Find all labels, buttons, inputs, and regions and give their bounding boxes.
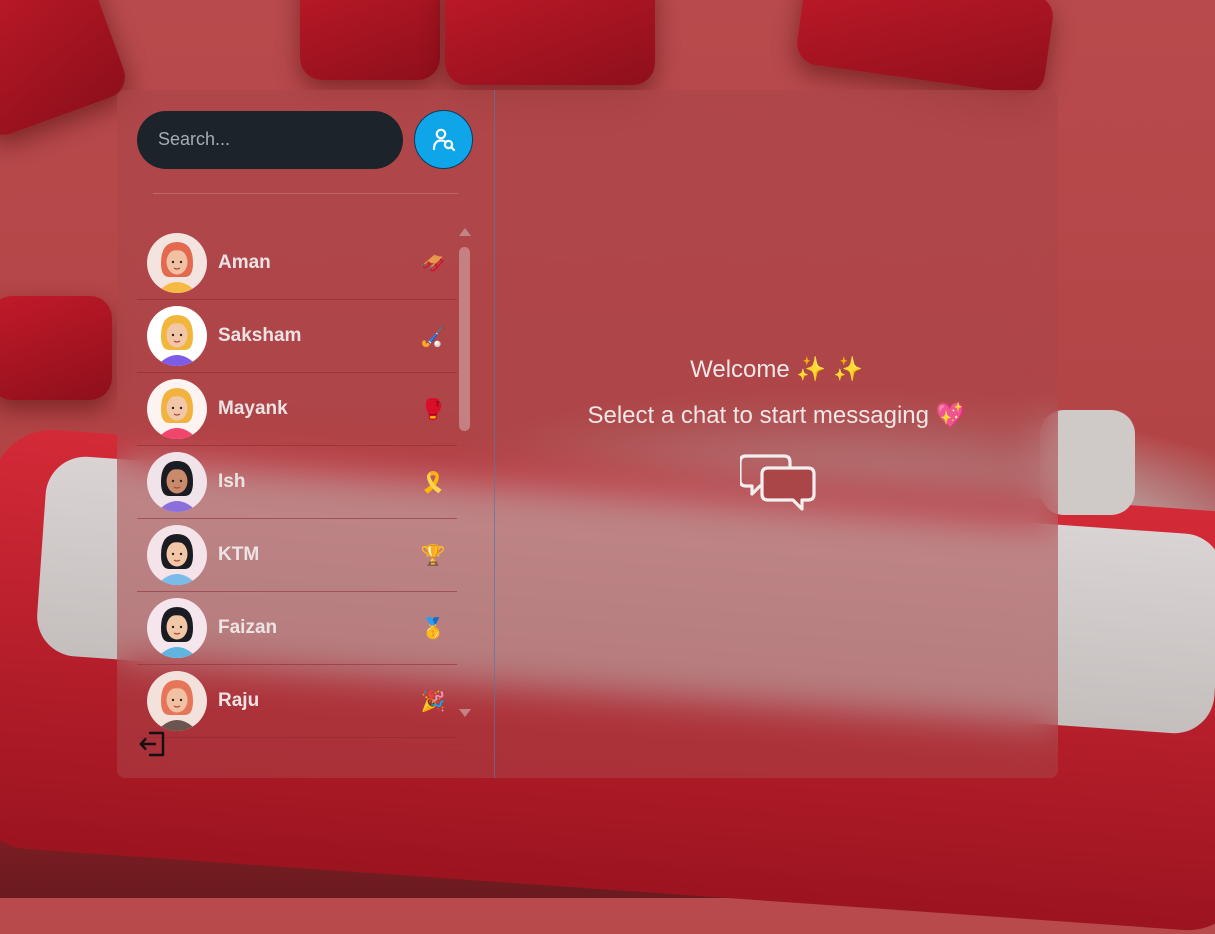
welcome-subtitle: Select a chat to start messaging 💖 [587,402,966,429]
conversation-item[interactable]: Raju 🎉 [137,665,457,738]
conversation-name: Saksham [218,325,302,346]
search-input[interactable] [137,110,403,169]
conversation-emoji: 🏑 [420,325,446,348]
bg-bubble-top-left [0,0,132,142]
search-bar [137,110,473,169]
conversation-emoji: 🏆 [420,544,446,567]
conversation-name: Ish [218,471,246,492]
search-button[interactable] [414,110,473,169]
conversation-name: Mayank [218,398,288,419]
avatar [147,671,207,731]
welcome-message: Welcome ✨ ✨ Select a chat to start messa… [495,355,1058,430]
conversation-name: Raju [218,690,260,711]
scroll-down-arrow[interactable] [459,709,471,717]
conversation-list: Aman 🛷 Saksham 🏑 Mayank 🥊 Ish 🎗️ KTM 🏆 Faizan 🥇 Raju… [137,227,457,738]
conversation-emoji: 🎉 [420,690,446,713]
search-user-icon [432,128,455,151]
conversation-emoji: 🛷 [420,252,446,275]
avatar [147,233,207,293]
avatar [147,452,207,512]
sidebar: Aman 🛷 Saksham 🏑 Mayank 🥊 Ish 🎗️ KTM 🏆 Faizan 🥇 Raju… [117,90,495,778]
conversation-item[interactable]: Faizan 🥇 [137,592,457,665]
divider [153,193,458,194]
scrollbar-thumb[interactable] [459,247,470,431]
bg-bubble-top-right [794,0,1056,97]
bg-bubble-top [445,0,655,85]
chat-app-panel: Aman 🛷 Saksham 🏑 Mayank 🥊 Ish 🎗️ KTM 🏆 Faizan 🥇 Raju… [117,90,1058,778]
conversation-name: KTM [218,544,260,565]
avatar [147,598,207,658]
scroll-up-arrow[interactable] [459,228,471,236]
conversation-item[interactable]: KTM 🏆 [137,519,457,592]
conversation-emoji: 🎗️ [420,471,446,494]
bg-bubble-left [0,296,112,400]
welcome-title: Welcome ✨ ✨ [690,356,863,383]
avatar [147,525,207,585]
conversation-item[interactable]: Aman 🛷 [137,227,457,300]
avatar [147,379,207,439]
conversation-item[interactable]: Saksham 🏑 [137,300,457,373]
conversation-name: Aman [218,252,271,273]
conversation-item[interactable]: Mayank 🥊 [137,373,457,446]
logout-icon[interactable] [139,731,167,757]
bg-bubble-top-center [300,0,440,80]
avatar [147,306,207,366]
chat-area: Welcome ✨ ✨ Select a chat to start messa… [495,90,1058,778]
conversation-emoji: 🥊 [420,398,446,421]
conversation-name: Faizan [218,617,278,638]
chat-bubbles-icon [740,454,816,511]
conversation-emoji: 🥇 [420,617,446,640]
conversation-item[interactable]: Ish 🎗️ [137,446,457,519]
